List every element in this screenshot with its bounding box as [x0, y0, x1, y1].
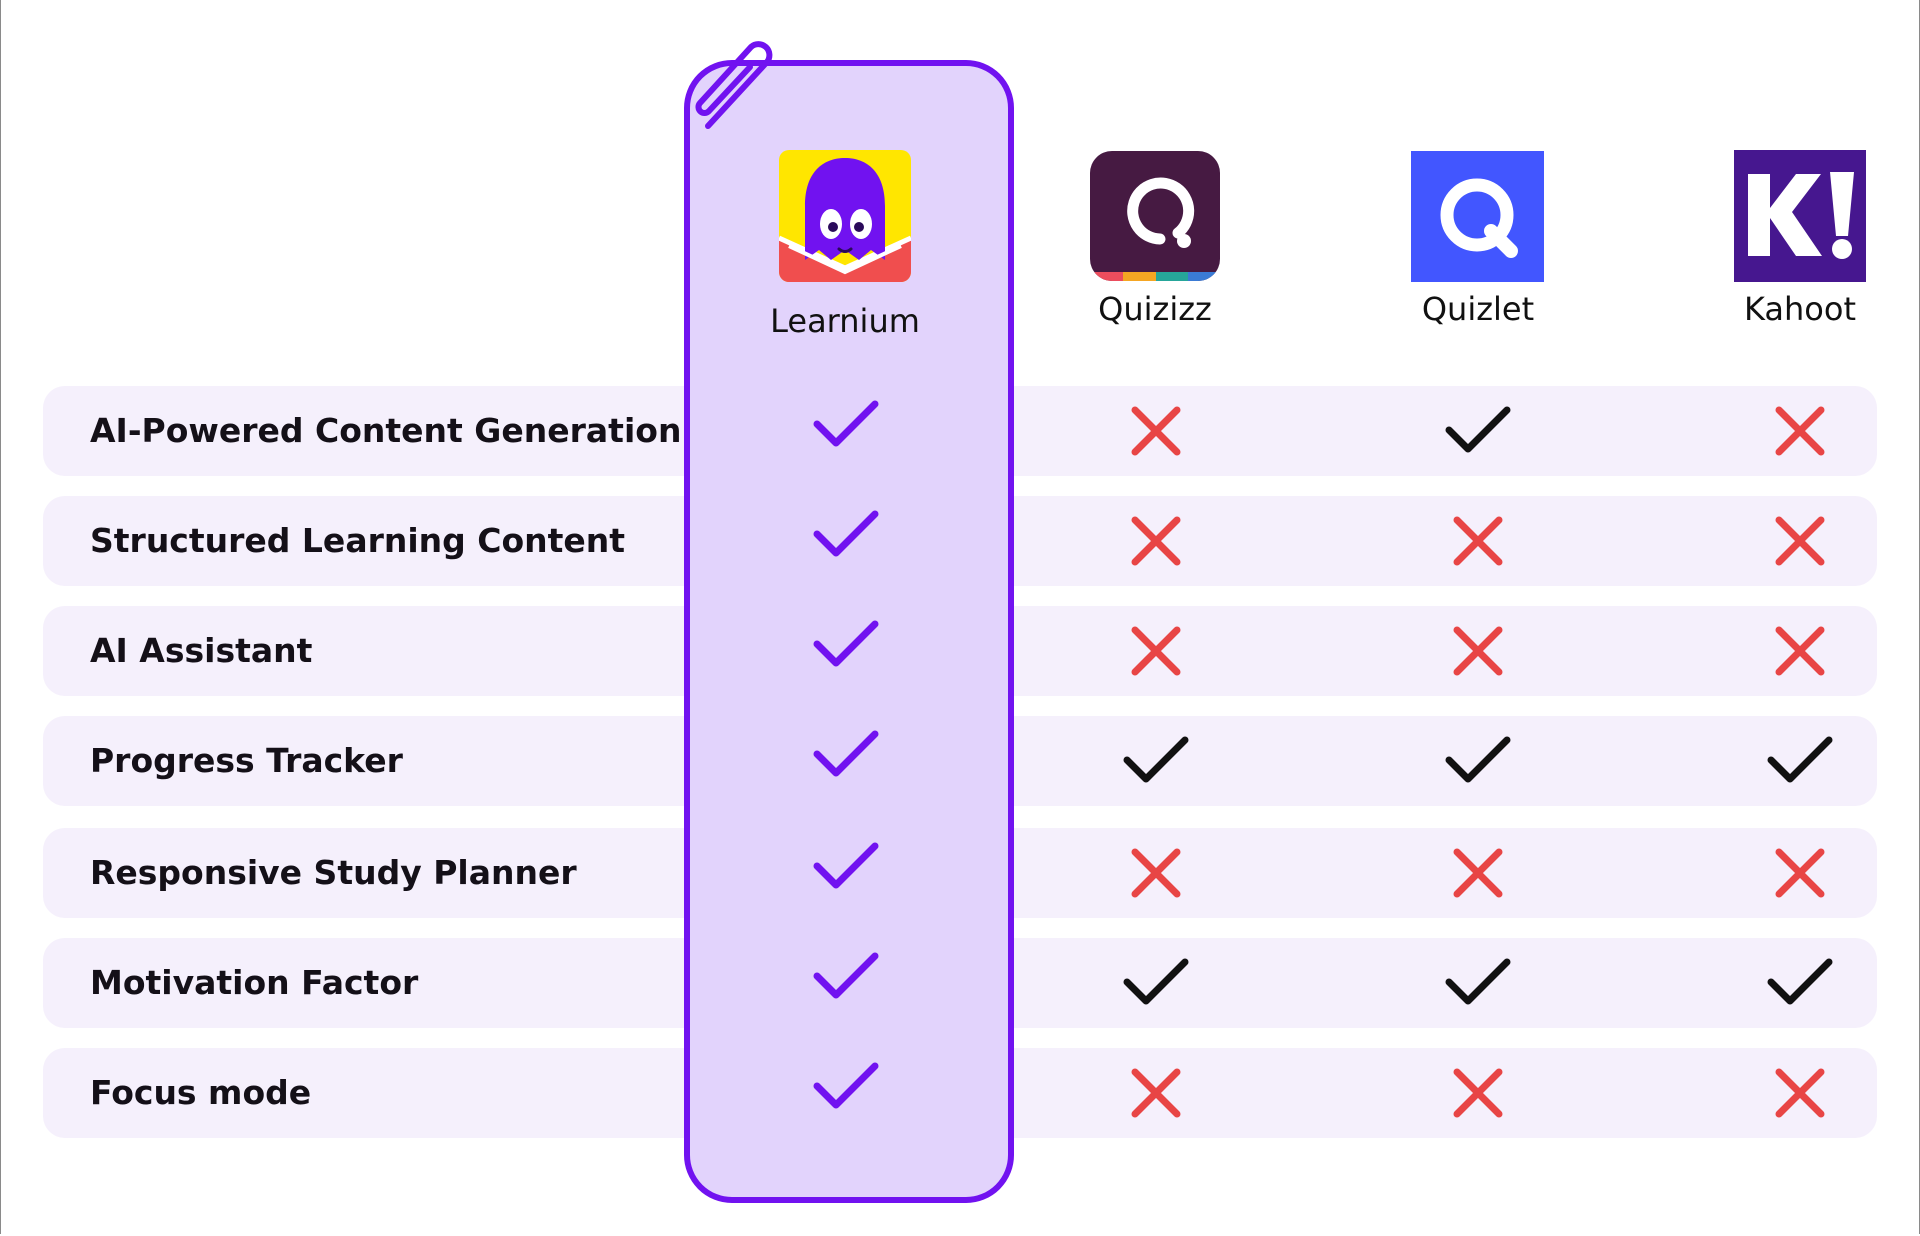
cross-icon: [1131, 848, 1181, 898]
check-icon: [813, 1062, 879, 1109]
check-icon: [1123, 736, 1189, 783]
cross-icon: [1453, 848, 1503, 898]
quizlet-q-logo: [1411, 151, 1544, 282]
cross-icon: [1775, 1068, 1825, 1118]
check-icon: [813, 400, 879, 447]
cross-icon: [1775, 848, 1825, 898]
feature-label: Focus mode: [90, 1073, 312, 1112]
app-name-learnium: Learnium: [770, 302, 920, 340]
learnium-octopus-logo: [779, 150, 911, 282]
check-icon: [1445, 958, 1511, 1005]
check-icon: [813, 620, 879, 667]
cross-icon: [1775, 406, 1825, 456]
cross-icon: [1131, 626, 1181, 676]
check-icon: [813, 952, 879, 999]
cross-icon: [1453, 1068, 1503, 1118]
feature-label: Structured Learning Content: [90, 521, 626, 560]
check-icon: [1767, 958, 1833, 1005]
app-name-quizizz: Quizizz: [1098, 290, 1212, 328]
cross-icon: [1775, 516, 1825, 566]
check-icon: [813, 730, 879, 777]
cross-icon: [1131, 516, 1181, 566]
check-icon: [1445, 736, 1511, 783]
cross-icon: [1131, 406, 1181, 456]
check-icon: [813, 842, 879, 889]
cross-icon: [1131, 1068, 1181, 1118]
check-icon: [813, 510, 879, 557]
check-icon: [1767, 736, 1833, 783]
feature-label: AI Assistant: [90, 631, 313, 670]
feature-label: Responsive Study Planner: [90, 853, 577, 892]
kahoot-k-logo: [1734, 150, 1866, 282]
feature-label: Motivation Factor: [90, 963, 419, 1002]
check-icon: [1445, 406, 1511, 453]
cross-icon: [1775, 626, 1825, 676]
feature-label: Progress Tracker: [90, 741, 403, 780]
cross-icon: [1453, 516, 1503, 566]
check-icon: [1123, 958, 1189, 1005]
quizizz-q-logo: [1090, 151, 1220, 281]
feature-label: AI-Powered Content Generation: [90, 411, 682, 450]
paperclip-icon: [695, 41, 773, 129]
cross-icon: [1453, 626, 1503, 676]
app-name-kahoot: Kahoot: [1743, 290, 1856, 328]
app-name-quizlet: Quizlet: [1421, 290, 1535, 328]
